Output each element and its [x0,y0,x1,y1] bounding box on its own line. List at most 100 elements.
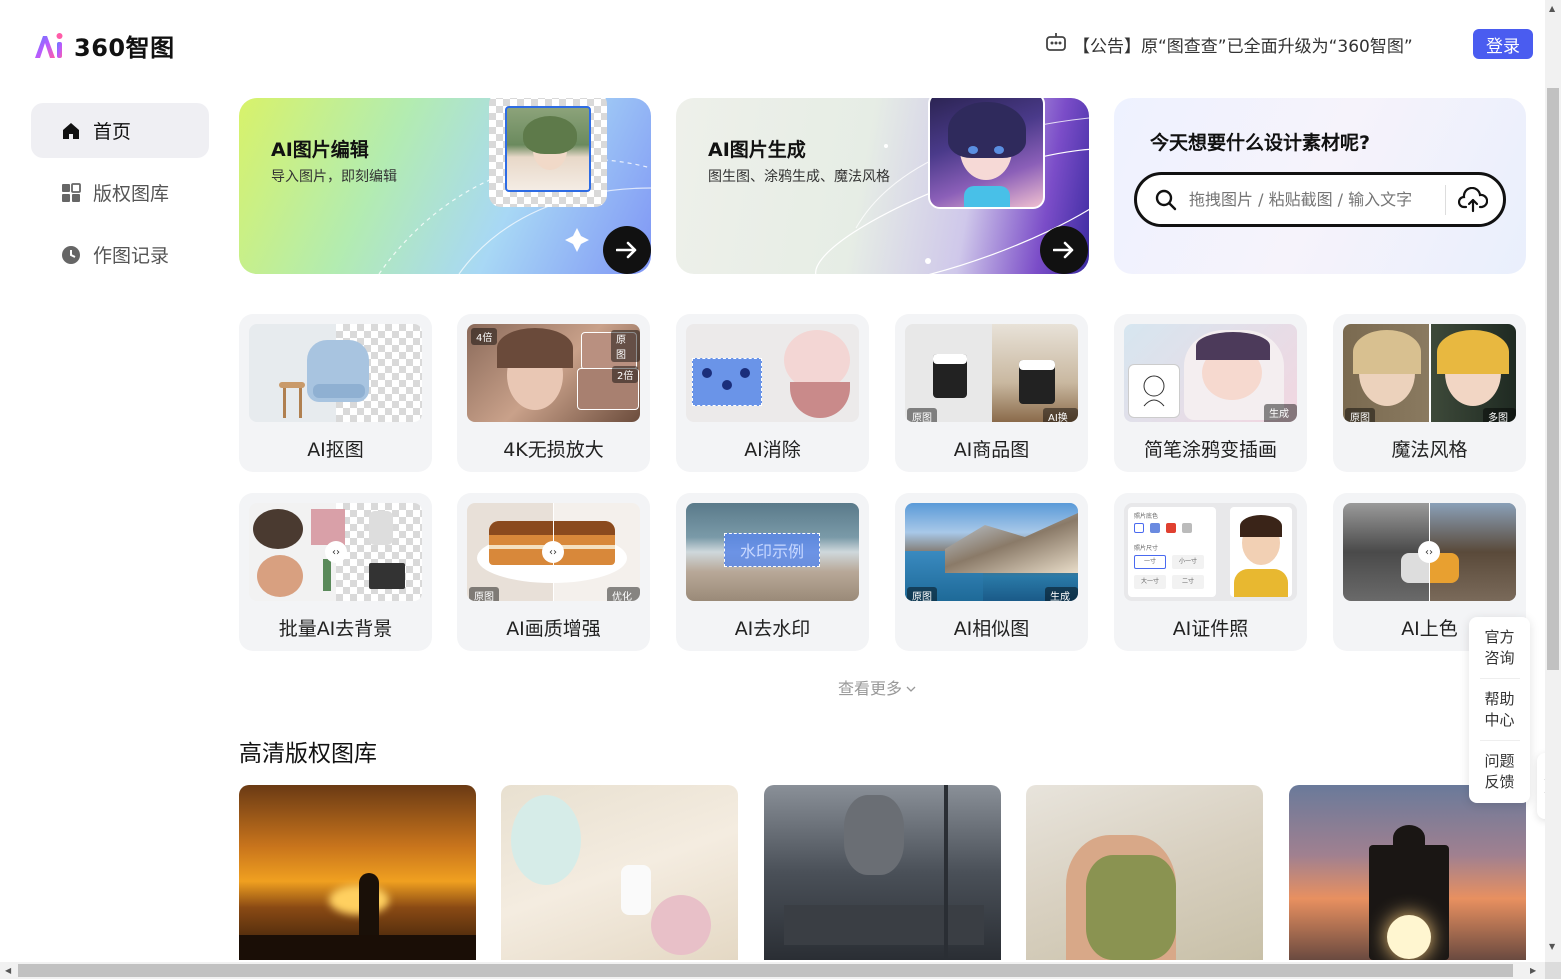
compare-handle-icon: ‹› [325,541,347,563]
tool-card-sketch-to-illustration[interactable]: 生成后 简笔涂鸦变插画 [1114,314,1307,472]
home-icon [61,121,81,141]
logo[interactable]: 360智图 [32,28,175,63]
arrow-right-icon [616,241,637,259]
banner-title: AI图片编辑 [271,139,369,161]
generate-preview-image [928,98,1045,209]
tool-card-ai-product[interactable]: 原图 AI换背景 AI商品图 [895,314,1088,472]
scroll-right-icon[interactable]: ▶ [1530,966,1536,975]
id-size-option: 大一寸 [1134,575,1166,589]
official-consult-button[interactable]: 官方咨询 [1479,617,1520,679]
tool-tag: 优化后 [607,587,640,601]
sidebar-item-home[interactable]: 首页 [31,103,209,158]
tool-thumbnail: ‹› [1343,503,1516,601]
tool-card-remove-watermark[interactable]: 水印示例 AI去水印 [676,493,869,651]
sidebar-item-history[interactable]: 作图记录 [31,227,209,282]
tool-card-ai-enhance[interactable]: ‹› 原图 优化后 AI画质增强 [457,493,650,651]
id-label: 照片底色 [1134,513,1159,520]
logo-icon [32,30,68,62]
tool-label: AI商品图 [953,439,1030,461]
id-size-option: 小一寸 [1172,555,1204,569]
view-more-link[interactable]: 查看更多 [838,675,916,699]
grid-icon [61,182,81,203]
tool-label: AI证件照 [1172,618,1249,640]
tool-tag: 2倍 [612,366,639,383]
sidebar-item-gallery[interactable]: 版权图库 [31,165,209,220]
gallery-photo-steampunk[interactable] [764,785,1001,960]
help-center-button[interactable]: 帮助中心 [1479,679,1520,741]
banner-subtitle: 导入图片，即刻编辑 [271,169,397,185]
tool-thumbnail: ‹› [249,503,422,601]
banner-subtitle: 图生图、涂鸦生成、魔法风格 [708,169,890,185]
tool-card-ai-erase[interactable]: AI消除 [676,314,869,472]
tool-label: AI去水印 [734,618,811,640]
header: 360智图 【公告】原“图查查”已全面升级为“360智图” 登录 [0,0,1545,88]
tool-card-magic-style[interactable]: 原图 多图案 魔法风格 [1333,314,1526,472]
gallery-photo-beach[interactable] [501,785,738,960]
tool-card-ai-similar[interactable]: 原图 生成图 AI相似图 [895,493,1088,651]
sidebar-item-label: 首页 [93,121,132,143]
compare-handle-icon: ‹› [542,541,564,563]
sidebar-item-label: 版权图库 [93,183,170,205]
tool-label: AI画质增强 [506,618,601,640]
gallery-photo-lantern[interactable] [1289,785,1526,960]
tool-tag: 原图 [611,330,640,362]
search-banner: 今天想要什么设计素材呢? [1114,98,1526,274]
tool-thumbnail: 原图 生成图 [905,503,1078,601]
tool-tag: 生成图 [1045,587,1078,601]
vertical-scrollbar-thumb[interactable] [1547,88,1559,670]
banner-title: AI图片生成 [708,139,806,161]
sidebar-item-label: 作图记录 [93,245,170,267]
view-more-label: 查看更多 [838,679,903,698]
tool-tag: 生成后 [1264,404,1297,422]
ai-edit-banner[interactable]: AI图片编辑 导入图片，即刻编辑 [239,98,651,274]
tool-thumbnail: 原图 多图案 [1343,324,1516,422]
sidebar: 首页 版权图库 作图记录 [31,103,209,289]
chevron-down-icon [906,678,916,697]
upload-cloud-icon[interactable] [1458,186,1488,213]
search-box[interactable] [1134,172,1506,227]
edit-preview-image [489,98,607,207]
tool-tag: 4倍 [471,328,498,345]
tool-thumbnail [249,324,422,422]
ai-generate-banner[interactable]: AI图片生成 图生图、涂鸦生成、魔法风格 [676,98,1089,274]
tool-tag: 原图 [469,587,499,601]
horizontal-scrollbar-thumb[interactable] [18,964,1513,977]
watermark-sample: 水印示例 [724,533,820,567]
logo-text: 360智图 [74,34,175,62]
tool-card-id-photo[interactable]: 照片底色 照片尺寸 一寸 小一寸 大一寸 二寸 AI证件照 [1114,493,1307,651]
tool-label: 简笔涂鸦变插画 [1143,439,1277,461]
tool-label: 4K无损放大 [503,439,604,461]
announcement-icon [1045,32,1067,57]
id-size-option: 一寸 [1134,555,1166,569]
edit-arrow-button[interactable] [603,226,651,274]
tool-card-ai-cutout[interactable]: AI抠图 [239,314,432,472]
tool-label: 批量AI去背景 [278,618,393,640]
tool-thumbnail: 原图 AI换背景 [905,324,1078,422]
id-label: 照片尺寸 [1134,545,1159,552]
search-icon [1155,189,1177,211]
scroll-down-icon[interactable]: ▼ [1549,942,1555,951]
divider [1445,184,1446,215]
tool-tag: 原图 [1345,408,1375,422]
gallery-photo-sunset[interactable] [239,785,476,960]
scroll-up-icon[interactable]: ▲ [1549,4,1555,13]
tool-thumbnail: 照片底色 照片尺寸 一寸 小一寸 大一寸 二寸 [1124,503,1297,601]
tool-thumbnail [686,324,859,422]
feedback-button[interactable]: 问题反馈 [1480,741,1520,803]
tool-tag: AI换背景 [1043,408,1078,422]
generate-arrow-button[interactable] [1040,226,1088,274]
id-size-option: 二寸 [1172,575,1204,589]
tool-thumbnail: ‹› 原图 优化后 [467,503,640,601]
login-button[interactable]: 登录 [1473,29,1533,59]
search-input[interactable] [1189,190,1439,209]
tool-tag: 原图 [907,408,937,422]
search-title: 今天想要什么设计素材呢? [1150,132,1371,154]
gallery-photo-nature-woman[interactable] [1026,785,1263,960]
tool-card-batch-remove-bg[interactable]: ‹› 批量AI去背景 [239,493,432,651]
tool-thumbnail: 水印示例 [686,503,859,601]
tool-label: AI消除 [744,439,801,461]
tool-card-4k-upscale[interactable]: 4倍 原图 2倍 4K无损放大 [457,314,650,472]
scroll-left-icon[interactable]: ◀ [5,966,11,975]
tool-label: 魔法风格 [1391,439,1468,461]
announcement[interactable]: 【公告】原“图查查”已全面升级为“360智图” [1045,32,1413,57]
